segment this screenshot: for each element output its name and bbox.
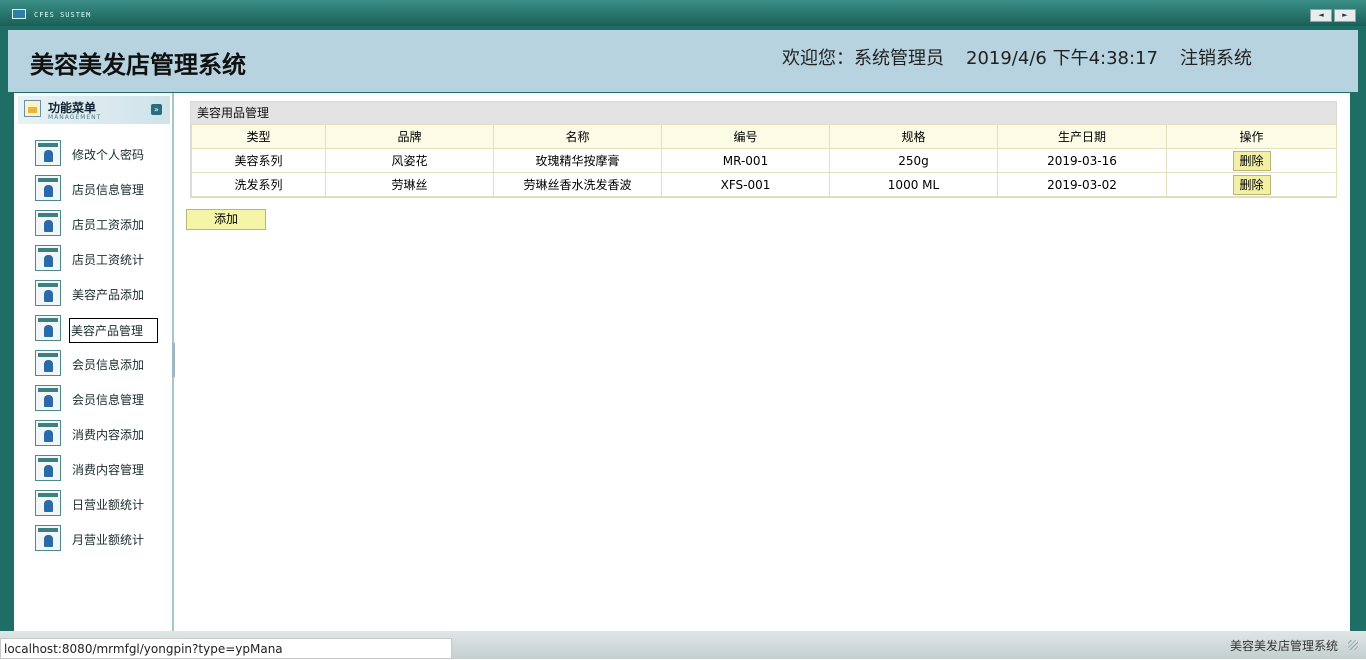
header-banner: 美容美发店管理系统 欢迎您：系统管理员 2019/4/6 下午4:38:17 注… xyxy=(8,30,1358,92)
sidebar-item-member-add[interactable]: 会员信息添加 xyxy=(14,347,170,382)
cell-code: MR-001 xyxy=(661,148,830,173)
sidebar-item-staff-info[interactable]: 店员信息管理 xyxy=(14,172,170,207)
resize-grip-icon[interactable] xyxy=(1348,640,1358,650)
product-table: 类型 品牌 名称 编号 规格 生产日期 操作 美容系列 风姿花 玫瑰精华按摩膏 xyxy=(191,124,1337,197)
product-panel: 美容用品管理 类型 品牌 名称 编号 规格 生产日期 操作 美容系列 风姿花 玫… xyxy=(190,101,1337,198)
sidebar-item-label: 会员信息管理 xyxy=(72,393,145,407)
content-area: 美容用品管理 类型 品牌 名称 编号 规格 生产日期 操作 美容系列 风姿花 玫… xyxy=(176,93,1350,631)
sidebar-item-label: 美容产品添加 xyxy=(72,288,145,302)
sidebar-item-monthly-revenue[interactable]: 月营业额统计 xyxy=(14,522,170,557)
cell-brand: 风姿花 xyxy=(325,148,494,173)
sidebar-item-label: 日营业额统计 xyxy=(72,498,145,512)
status-app-name: 美容美发店管理系统 xyxy=(1229,639,1338,653)
sidebar-item-label: 修改个人密码 xyxy=(72,148,145,162)
next-button[interactable]: ► xyxy=(1334,9,1356,22)
collapse-chevron-icon[interactable]: » xyxy=(151,104,162,115)
system-title: CFES SUSTEM xyxy=(34,11,92,19)
column-header: 名称 xyxy=(493,124,662,149)
cell-name: 劳琳丝香水洗发香波 xyxy=(493,172,662,197)
delete-button[interactable]: 删除 xyxy=(1232,174,1271,195)
add-button[interactable]: 添加 xyxy=(186,209,266,230)
user-card-icon xyxy=(35,420,61,446)
sidebar-item-daily-revenue[interactable]: 日营业额统计 xyxy=(14,487,170,522)
sidebar-item-label: 会员信息添加 xyxy=(72,358,145,372)
cell-action: 删除 xyxy=(1166,172,1337,197)
cell-code: XFS-001 xyxy=(661,172,830,197)
main-area: 功能菜单 MANAGEMENT » 修改个人密码 店员信息管理 店员工资添加 店… xyxy=(14,93,1350,631)
table-row: 美容系列 风姿花 玫瑰精华按摩膏 MR-001 250g 2019-03-16 … xyxy=(191,148,1337,173)
menu-box-icon xyxy=(24,100,41,117)
cell-name: 玫瑰精华按摩膏 xyxy=(493,148,662,173)
sidebar-item-label: 店员工资添加 xyxy=(72,218,145,232)
menu-subtitle: MANAGEMENT xyxy=(48,114,102,121)
delete-button[interactable]: 删除 xyxy=(1232,150,1271,171)
column-header: 生产日期 xyxy=(997,124,1167,149)
sidebar-item-member-manage[interactable]: 会员信息管理 xyxy=(14,382,170,417)
cell-date: 2019-03-16 xyxy=(997,148,1167,173)
menu-list: 修改个人密码 店员信息管理 店员工资添加 店员工资统计 美容产品添加 美容产品管… xyxy=(14,137,170,557)
cell-spec: 1000 ML xyxy=(829,172,998,197)
sidebar-item-salary-stats[interactable]: 店员工资统计 xyxy=(14,242,170,277)
column-header: 规格 xyxy=(829,124,998,149)
sidebar-item-salary-add[interactable]: 店员工资添加 xyxy=(14,207,170,242)
sidebar-item-label: 店员工资统计 xyxy=(72,253,145,267)
user-card-icon xyxy=(35,525,61,551)
user-card-icon xyxy=(35,280,61,306)
column-header: 类型 xyxy=(191,124,326,149)
datetime-text: 2019/4/6 下午4:38:17 xyxy=(966,48,1158,69)
menu-header: 功能菜单 MANAGEMENT » xyxy=(18,96,170,124)
user-card-icon xyxy=(35,175,61,201)
table-row: 洗发系列 劳琳丝 劳琳丝香水洗发香波 XFS-001 1000 ML 2019-… xyxy=(191,172,1337,197)
cell-brand: 劳琳丝 xyxy=(325,172,494,197)
sidebar-splitter-handle[interactable] xyxy=(172,343,175,377)
cell-type: 美容系列 xyxy=(191,148,326,173)
welcome-text: 欢迎您：系统管理员 xyxy=(782,48,944,69)
user-card-icon xyxy=(35,315,61,341)
sidebar-item-product-manage[interactable]: 美容产品管理 xyxy=(14,312,170,347)
cell-type: 洗发系列 xyxy=(191,172,326,197)
sidebar-item-label: 消费内容添加 xyxy=(72,428,145,442)
user-card-icon xyxy=(35,490,61,516)
cell-date: 2019-03-02 xyxy=(997,172,1167,197)
title-bar: CFES SUSTEM ◄ ► xyxy=(0,0,1366,26)
cell-spec: 250g xyxy=(829,148,998,173)
sidebar-item-label: 消费内容管理 xyxy=(72,463,145,477)
sidebar-item-consume-add[interactable]: 消费内容添加 xyxy=(14,417,170,452)
cell-action: 删除 xyxy=(1166,148,1337,173)
monitor-icon xyxy=(12,9,26,19)
column-header: 品牌 xyxy=(325,124,494,149)
prev-button[interactable]: ◄ xyxy=(1310,9,1332,22)
app-title: 美容美发店管理系统 xyxy=(30,51,246,79)
user-card-icon xyxy=(35,385,61,411)
sidebar-item-product-add[interactable]: 美容产品添加 xyxy=(14,277,170,312)
column-header: 编号 xyxy=(661,124,830,149)
logout-link[interactable]: 注销系统 xyxy=(1180,44,1252,70)
sidebar-item-label: 月营业额统计 xyxy=(72,533,145,547)
user-card-icon xyxy=(35,210,61,236)
window-nav-buttons: ◄ ► xyxy=(1310,9,1356,22)
panel-title: 美容用品管理 xyxy=(191,102,1336,124)
user-card-icon xyxy=(35,455,61,481)
user-card-icon xyxy=(35,350,61,376)
status-url: localhost:8080/mrmfgl/yongpin?type=ypMan… xyxy=(0,638,452,659)
column-header: 操作 xyxy=(1166,124,1337,149)
sidebar-item-label: 美容产品管理 xyxy=(69,318,159,343)
sidebar: 功能菜单 MANAGEMENT » 修改个人密码 店员信息管理 店员工资添加 店… xyxy=(14,93,174,631)
sidebar-item-change-password[interactable]: 修改个人密码 xyxy=(14,137,170,172)
user-card-icon xyxy=(35,140,61,166)
sidebar-item-consume-manage[interactable]: 消费内容管理 xyxy=(14,452,170,487)
sidebar-item-label: 店员信息管理 xyxy=(72,183,145,197)
table-header-row: 类型 品牌 名称 编号 规格 生产日期 操作 xyxy=(191,124,1337,149)
user-card-icon xyxy=(35,245,61,271)
